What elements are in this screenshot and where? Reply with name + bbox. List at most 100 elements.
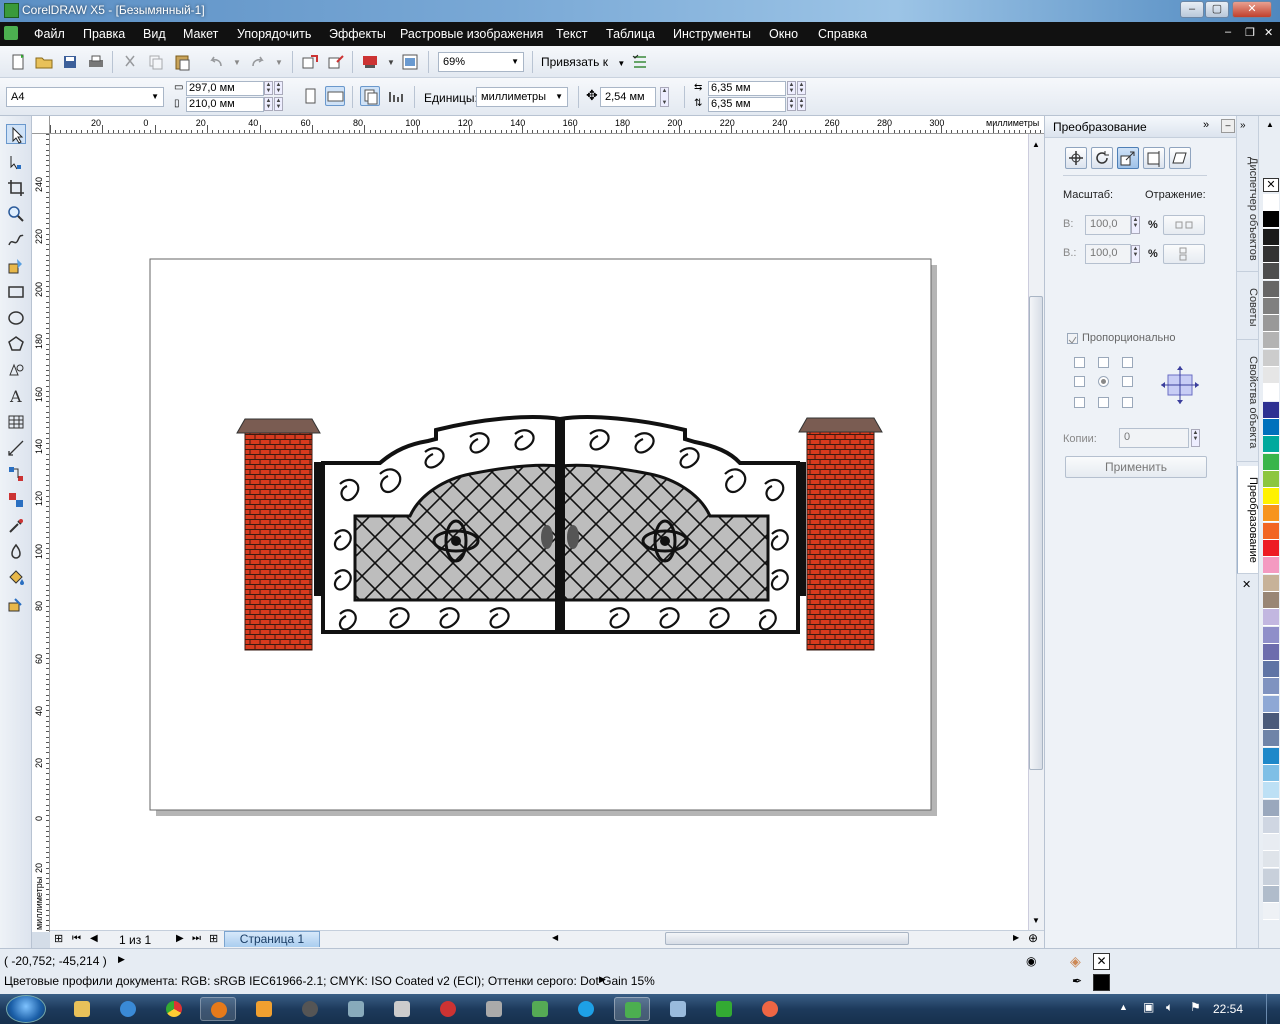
color-swatch[interactable] (1263, 263, 1279, 281)
anchor-top-right[interactable] (1122, 357, 1133, 368)
taskbar-internet-explorer[interactable] (110, 997, 146, 1021)
taskbar-skype[interactable] (568, 997, 604, 1021)
color-swatch[interactable] (1263, 834, 1279, 852)
color-swatch[interactable] (1263, 868, 1279, 886)
horizontal-scale-spinner[interactable]: ▲ ▼ (1131, 216, 1140, 234)
dimension-tool-icon[interactable] (6, 438, 26, 458)
scroll-up-icon[interactable]: ▲ (1032, 140, 1040, 149)
size-mode-icon[interactable] (1143, 147, 1165, 169)
apply-button[interactable]: Применить (1065, 456, 1207, 478)
horizontal-scroll-thumb[interactable] (665, 932, 909, 945)
horizontal-ruler[interactable]: 20 0 20 40 60 80 100 120 140 160 180 200 220 240 260 28… (50, 116, 1044, 134)
anchor-top-center[interactable] (1098, 357, 1109, 368)
units-select[interactable]: миллиметры ▼ (476, 87, 568, 107)
mirror-vertical-button[interactable] (1163, 244, 1205, 264)
polygon-tool-icon[interactable] (6, 334, 26, 354)
start-button[interactable] (6, 995, 46, 1023)
export-icon[interactable] (326, 52, 346, 72)
duplicate-x-field[interactable]: 6,35 мм (708, 81, 786, 96)
scale-mirror-mode-icon[interactable] (1117, 147, 1139, 169)
color-swatch[interactable] (1263, 643, 1279, 661)
snap-to-dropdown[interactable]: Привязать к ▼ (541, 55, 625, 69)
color-swatch[interactable] (1263, 505, 1279, 523)
maximize-button[interactable]: ▢ (1205, 1, 1229, 18)
pick-tool-icon[interactable] (6, 124, 26, 144)
paste-icon[interactable] (172, 52, 192, 72)
scroll-down-icon[interactable]: ▼ (1032, 916, 1040, 925)
height-spinner-alt[interactable]: ▲ ▼ (274, 97, 283, 111)
doc-minimize-button[interactable]: – (1225, 26, 1231, 38)
menu-file[interactable]: Файл (34, 27, 65, 41)
color-swatch[interactable] (1263, 297, 1279, 315)
taskbar-media-player[interactable] (246, 997, 282, 1021)
rotate-mode-icon[interactable] (1091, 147, 1113, 169)
nudge-distance-field[interactable]: 2,54 мм (600, 87, 656, 107)
taskbar-app-16[interactable] (752, 997, 788, 1021)
color-swatch[interactable] (1263, 713, 1279, 730)
scroll-right-icon[interactable]: ▶ (1013, 933, 1019, 942)
ellipse-tool-icon[interactable] (6, 308, 26, 328)
anchor-bottom-left[interactable] (1074, 397, 1085, 408)
portrait-icon[interactable] (300, 86, 320, 106)
skew-mode-icon[interactable] (1169, 147, 1191, 169)
connector-tool-icon[interactable] (6, 464, 26, 484)
eyedropper-tool-icon[interactable] (6, 516, 26, 536)
tab-hints[interactable]: Советы (1237, 276, 1259, 340)
doc-close-button[interactable]: ✕ (1264, 26, 1273, 39)
outline-color-swatch[interactable] (1093, 974, 1110, 991)
color-swatch[interactable] (1263, 453, 1279, 471)
show-desktop-button[interactable] (1266, 994, 1280, 1024)
basic-shapes-tool-icon[interactable] (6, 360, 26, 380)
tray-network-icon[interactable]: ▣ (1143, 1000, 1154, 1014)
color-swatch[interactable] (1263, 591, 1279, 609)
taskbar-firefox[interactable] (200, 997, 236, 1021)
color-swatch[interactable] (1263, 730, 1279, 748)
duplicate-y-field[interactable]: 6,35 мм (708, 97, 786, 112)
page-width-field[interactable]: 297,0 мм (186, 81, 264, 96)
menu-layout[interactable]: Макет (183, 27, 218, 41)
anchor-bottom-center[interactable] (1098, 397, 1109, 408)
zoom-tool-icon[interactable] (6, 204, 26, 224)
clock[interactable]: 22:54 (1213, 1002, 1243, 1016)
color-swatch[interactable] (1263, 384, 1279, 402)
welcome-screen-icon[interactable] (400, 52, 420, 72)
coreldraw-app-icon[interactable] (4, 3, 19, 18)
blend-tool-icon[interactable] (6, 490, 26, 510)
shape-tool-icon[interactable] (6, 152, 26, 172)
taskbar-coreldraw[interactable] (614, 997, 650, 1021)
first-page-icon[interactable]: ⏮ (72, 933, 81, 944)
position-mode-icon[interactable] (1065, 147, 1087, 169)
docker-minimize-icon[interactable]: – (1221, 119, 1235, 133)
menu-view[interactable]: Вид (143, 27, 166, 41)
print-icon[interactable] (86, 52, 106, 72)
duplicate-x-spinner-alt[interactable]: ▲ ▼ (797, 81, 806, 95)
close-tabs-icon[interactable]: ✕ (1242, 578, 1251, 591)
copies-field[interactable]: 0 (1119, 428, 1189, 448)
color-swatch[interactable] (1263, 557, 1279, 575)
color-swatch[interactable] (1263, 332, 1279, 350)
rectangle-tool-icon[interactable] (6, 282, 26, 302)
color-swatch[interactable] (1263, 211, 1279, 229)
menu-effects[interactable]: Эффекты (329, 27, 386, 41)
proportional-checkbox[interactable] (1067, 333, 1078, 344)
horizontal-scale-field[interactable]: 100,0 (1085, 215, 1131, 235)
color-swatch[interactable] (1263, 245, 1279, 263)
save-icon[interactable] (60, 52, 80, 72)
duplicate-y-spinner-alt[interactable]: ▲ ▼ (797, 97, 806, 111)
options-icon[interactable] (630, 52, 650, 72)
height-spinner[interactable]: ▲ ▼ (264, 97, 273, 111)
page-tab[interactable]: Страница 1 (224, 931, 320, 947)
ruler-origin-corner[interactable] (32, 116, 50, 134)
add-page-after-icon[interactable]: ⊞ (209, 932, 218, 945)
menu-tools[interactable]: Инструменты (673, 27, 751, 41)
color-swatch[interactable] (1263, 194, 1279, 211)
vertical-scale-spinner[interactable]: ▲ ▼ (1131, 245, 1140, 263)
next-page-icon[interactable]: ▶ (176, 933, 184, 944)
color-swatch[interactable] (1263, 609, 1279, 627)
taskbar-app-10[interactable] (476, 997, 512, 1021)
open-icon[interactable] (34, 52, 54, 72)
profiles-arrow-icon[interactable]: ▶ (599, 974, 606, 985)
width-spinner-alt[interactable]: ▲ ▼ (274, 81, 283, 95)
color-swatch[interactable] (1263, 816, 1279, 834)
tab-transform[interactable]: Преобразование (1237, 466, 1259, 574)
